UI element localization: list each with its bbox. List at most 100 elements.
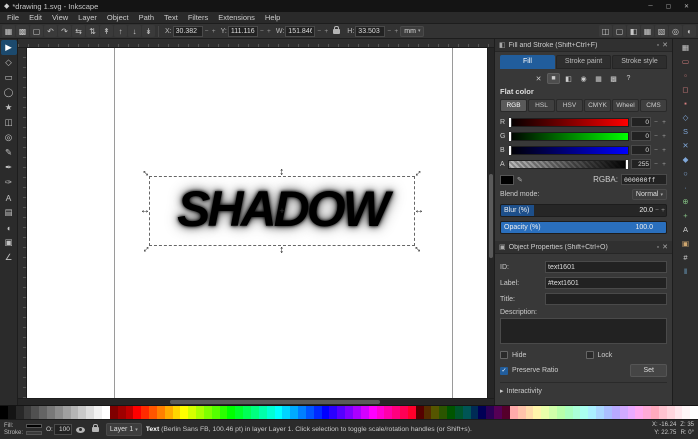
gradient-tool[interactable]: ▤: [1, 205, 17, 220]
lock-checkbox[interactable]: [586, 351, 594, 359]
snap-grid-icon[interactable]: #: [678, 251, 694, 264]
circle-tool[interactable]: ◯: [1, 85, 17, 100]
red-value-input[interactable]: [631, 117, 651, 127]
palette-swatch[interactable]: [526, 406, 534, 419]
palette-swatch[interactable]: [377, 406, 385, 419]
palette-swatch[interactable]: [588, 406, 596, 419]
red-plus-button[interactable]: +: [661, 119, 667, 126]
green-minus-button[interactable]: −: [653, 133, 659, 140]
palette-swatch[interactable]: [157, 406, 165, 419]
blue-slider[interactable]: [508, 146, 629, 155]
menu-extensions[interactable]: Extensions: [213, 13, 260, 22]
palette-swatch[interactable]: [494, 406, 502, 419]
unknown-paint-icon[interactable]: ?: [622, 73, 635, 84]
snap-rotation-centers-icon[interactable]: +: [678, 209, 694, 222]
tab-fill[interactable]: Fill: [500, 55, 555, 69]
red-minus-button[interactable]: −: [653, 119, 659, 126]
blue-minus-button[interactable]: −: [653, 147, 659, 154]
snap-guides-icon[interactable]: ‖: [678, 265, 694, 278]
vertical-scrollbar-thumb[interactable]: [489, 174, 493, 258]
palette-swatch[interactable]: [463, 406, 471, 419]
palette-swatch[interactable]: [565, 406, 573, 419]
palette-swatch[interactable]: [573, 406, 581, 419]
palette-swatch[interactable]: [71, 406, 79, 419]
blend-mode-dropdown[interactable]: Normal ▾: [632, 189, 667, 200]
palette-swatch[interactable]: [643, 406, 651, 419]
palette-swatch[interactable]: [408, 406, 416, 419]
green-slider[interactable]: [508, 132, 629, 141]
palette-swatch[interactable]: [345, 406, 353, 419]
palette-swatch[interactable]: [510, 406, 518, 419]
palette-swatch[interactable]: [455, 406, 463, 419]
blur-slider[interactable]: Blur (%) 20.0 − +: [500, 204, 667, 217]
menu-text[interactable]: Text: [159, 13, 183, 22]
label-input[interactable]: [545, 277, 667, 289]
palette-swatch[interactable]: [126, 406, 134, 419]
show-bbox-icon[interactable]: ▧: [655, 25, 668, 37]
palette-swatch[interactable]: [628, 406, 636, 419]
opacity-slider[interactable]: Opacity (%) 100.0 − +: [500, 221, 667, 234]
palette-swatch[interactable]: [675, 406, 683, 419]
alpha-minus-button[interactable]: −: [653, 161, 659, 168]
tab-hsl[interactable]: HSL: [528, 99, 555, 112]
layer-dropdown[interactable]: Layer 1 ▾: [106, 423, 142, 436]
palette-swatch[interactable]: [502, 406, 510, 419]
palette-swatch[interactable]: [149, 406, 157, 419]
affect-gradient-toggle-icon[interactable]: ◧: [627, 25, 640, 37]
y-input[interactable]: [228, 26, 258, 37]
palette-swatch[interactable]: [369, 406, 377, 419]
vertical-scrollbar[interactable]: [487, 48, 494, 398]
pen-tool[interactable]: ✒: [1, 160, 17, 175]
close-panel-icon[interactable]: ✕: [662, 243, 668, 251]
tab-cms[interactable]: CMS: [640, 99, 667, 112]
palette-swatch[interactable]: [361, 406, 369, 419]
calligraphy-tool[interactable]: ✑: [1, 175, 17, 190]
h-plus-button[interactable]: +: [393, 28, 399, 35]
palette-swatch[interactable]: [667, 406, 675, 419]
affect-corners-toggle-icon[interactable]: ▢: [613, 25, 626, 37]
units-dropdown[interactable]: mm ▾: [400, 26, 424, 37]
close-button[interactable]: ✕: [679, 1, 694, 11]
palette-swatch[interactable]: [659, 406, 667, 419]
palette-swatch[interactable]: [384, 406, 392, 419]
palette-swatch[interactable]: [337, 406, 345, 419]
maximize-button[interactable]: ▢: [661, 1, 676, 11]
x-plus-button[interactable]: +: [211, 28, 217, 35]
palette-swatch[interactable]: [400, 406, 408, 419]
horizontal-scrollbar-thumb[interactable]: [170, 400, 379, 404]
rectangle-tool[interactable]: ▭: [1, 70, 17, 85]
snap-cusp-nodes-icon[interactable]: ◆: [678, 153, 694, 166]
menu-object[interactable]: Object: [102, 13, 134, 22]
snap-global-toggle-icon[interactable]: ▦: [678, 41, 694, 54]
snap-bbox-edges-icon[interactable]: ▫: [678, 69, 694, 82]
select-all-layers-icon[interactable]: ▩: [16, 25, 29, 37]
palette-swatch[interactable]: [0, 406, 8, 419]
scale-handle-e[interactable]: ↔: [414, 206, 424, 216]
palette-swatch[interactable]: [439, 406, 447, 419]
rgba-input[interactable]: [621, 174, 667, 185]
h-minus-button[interactable]: −: [386, 28, 392, 35]
palette-swatch[interactable]: [635, 406, 643, 419]
palette-swatch[interactable]: [204, 406, 212, 419]
title-input[interactable]: [545, 293, 667, 305]
snap-bbox-corners-icon[interactable]: ◻: [678, 83, 694, 96]
menu-layer[interactable]: Layer: [73, 13, 102, 22]
palette-swatch[interactable]: [8, 406, 16, 419]
palette-swatch[interactable]: [55, 406, 63, 419]
scale-handle-s[interactable]: ↔: [277, 245, 287, 255]
palette-swatch[interactable]: [133, 406, 141, 419]
menu-help[interactable]: Help: [260, 13, 285, 22]
snap-text-baseline-icon[interactable]: A: [678, 223, 694, 236]
palette-swatch[interactable]: [141, 406, 149, 419]
palette-swatch[interactable]: [306, 406, 314, 419]
palette-swatch[interactable]: [282, 406, 290, 419]
float-panel-icon[interactable]: ▫: [657, 244, 659, 251]
snap-bbox-centers-icon[interactable]: ▪: [678, 97, 694, 110]
tab-stroke-paint[interactable]: Stroke paint: [556, 55, 611, 69]
layer-lock-icon[interactable]: [92, 427, 99, 432]
palette-swatch[interactable]: [227, 406, 235, 419]
deselect-icon[interactable]: ▢: [30, 25, 43, 37]
scale-handle-nw[interactable]: ↔: [139, 166, 153, 180]
x-input[interactable]: [173, 26, 203, 37]
pattern-icon[interactable]: ▦: [592, 73, 605, 84]
